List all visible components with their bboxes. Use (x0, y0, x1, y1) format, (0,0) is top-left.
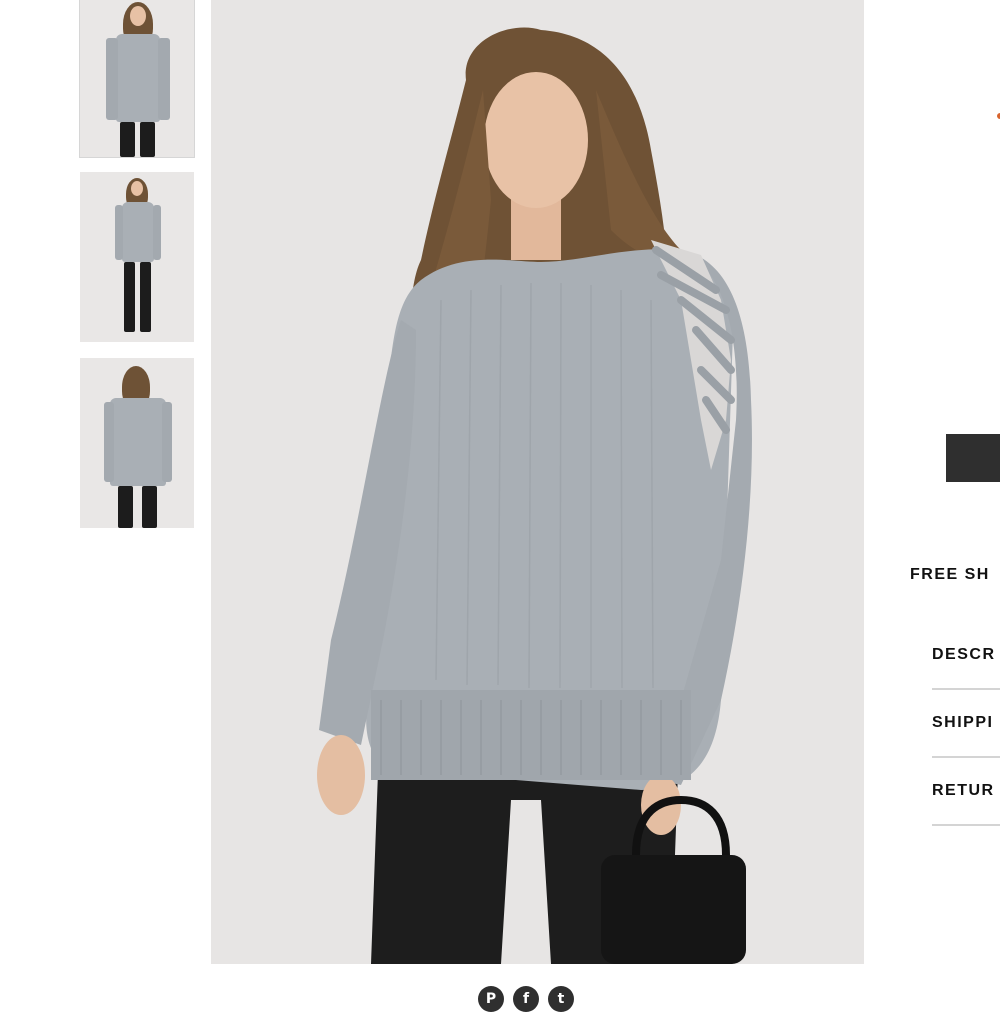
accordion-description[interactable]: DESCR (932, 622, 1000, 690)
accordion-returns[interactable]: RETUR (932, 758, 1000, 826)
thumbnail-2[interactable] (80, 172, 194, 342)
accordion-label: SHIPPI (932, 714, 994, 731)
model-illustration (211, 0, 864, 964)
twitter-icon[interactable]: t (548, 986, 574, 1012)
free-shipping-text: FREE SH (910, 566, 990, 583)
main-product-image[interactable] (211, 0, 864, 964)
accordion-label: DESCR (932, 646, 996, 663)
product-info-accordion: DESCR SHIPPI RETUR (932, 622, 1000, 826)
thumbnail-1[interactable] (79, 0, 195, 158)
thumbnail-3[interactable] (80, 358, 194, 528)
accordion-shipping[interactable]: SHIPPI (932, 690, 1000, 758)
share-icons: P f t (478, 986, 574, 1012)
facebook-icon[interactable]: f (513, 986, 539, 1012)
accordion-label: RETUR (932, 782, 995, 799)
pinterest-icon[interactable]: P (478, 986, 504, 1012)
add-to-bag-button[interactable] (946, 434, 1000, 482)
